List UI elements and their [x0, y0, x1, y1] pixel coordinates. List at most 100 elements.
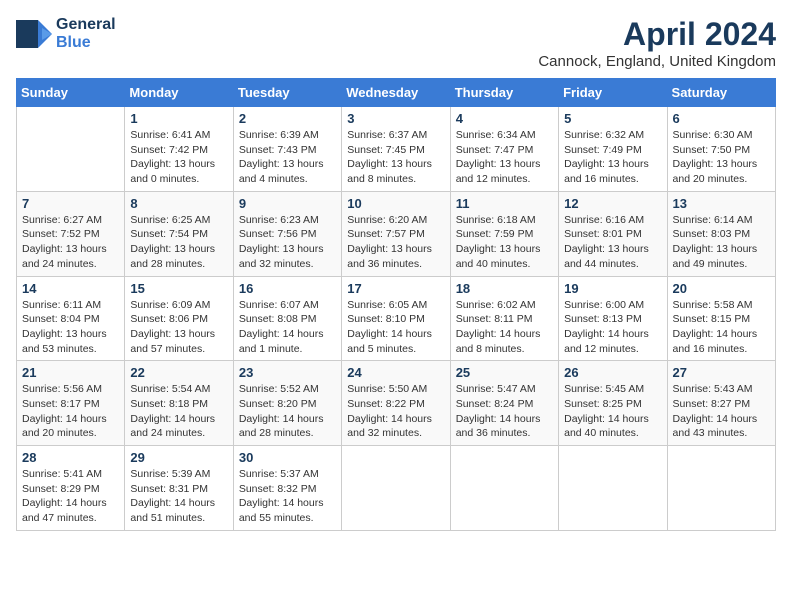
day-number: 3 — [347, 111, 444, 126]
calendar-cell: 7 Sunrise: 6:27 AM Sunset: 7:52 PM Dayli… — [17, 191, 125, 276]
calendar-cell: 24 Sunrise: 5:50 AM Sunset: 8:22 PM Dayl… — [342, 361, 450, 446]
calendar-table: SundayMondayTuesdayWednesdayThursdayFrid… — [16, 78, 776, 531]
calendar-week-1: 1 Sunrise: 6:41 AM Sunset: 7:42 PM Dayli… — [17, 107, 776, 192]
calendar-cell: 14 Sunrise: 6:11 AM Sunset: 8:04 PM Dayl… — [17, 276, 125, 361]
day-info: Sunrise: 6:09 AM Sunset: 8:06 PM Dayligh… — [130, 298, 227, 357]
calendar-cell: 21 Sunrise: 5:56 AM Sunset: 8:17 PM Dayl… — [17, 361, 125, 446]
day-number: 27 — [673, 365, 770, 380]
day-number: 5 — [564, 111, 661, 126]
header-saturday: Saturday — [667, 79, 775, 107]
calendar-cell — [559, 446, 667, 531]
day-info: Sunrise: 6:20 AM Sunset: 7:57 PM Dayligh… — [347, 213, 444, 272]
calendar-cell: 17 Sunrise: 6:05 AM Sunset: 8:10 PM Dayl… — [342, 276, 450, 361]
calendar-cell: 16 Sunrise: 6:07 AM Sunset: 8:08 PM Dayl… — [233, 276, 341, 361]
day-info: Sunrise: 6:11 AM Sunset: 8:04 PM Dayligh… — [22, 298, 119, 357]
day-info: Sunrise: 6:00 AM Sunset: 8:13 PM Dayligh… — [564, 298, 661, 357]
day-number: 29 — [130, 450, 227, 465]
day-number: 19 — [564, 281, 661, 296]
calendar-cell: 23 Sunrise: 5:52 AM Sunset: 8:20 PM Dayl… — [233, 361, 341, 446]
day-info: Sunrise: 5:39 AM Sunset: 8:31 PM Dayligh… — [130, 467, 227, 526]
day-info: Sunrise: 5:58 AM Sunset: 8:15 PM Dayligh… — [673, 298, 770, 357]
day-number: 7 — [22, 196, 119, 211]
day-number: 23 — [239, 365, 336, 380]
day-info: Sunrise: 6:30 AM Sunset: 7:50 PM Dayligh… — [673, 128, 770, 187]
calendar-cell: 11 Sunrise: 6:18 AM Sunset: 7:59 PM Dayl… — [450, 191, 558, 276]
day-info: Sunrise: 5:54 AM Sunset: 8:18 PM Dayligh… — [130, 382, 227, 441]
header-sunday: Sunday — [17, 79, 125, 107]
header-monday: Monday — [125, 79, 233, 107]
location: Cannock, England, United Kingdom — [538, 53, 776, 70]
day-info: Sunrise: 6:05 AM Sunset: 8:10 PM Dayligh… — [347, 298, 444, 357]
day-info: Sunrise: 6:23 AM Sunset: 7:56 PM Dayligh… — [239, 213, 336, 272]
day-number: 22 — [130, 365, 227, 380]
header-tuesday: Tuesday — [233, 79, 341, 107]
day-info: Sunrise: 5:37 AM Sunset: 8:32 PM Dayligh… — [239, 467, 336, 526]
calendar-cell: 25 Sunrise: 5:47 AM Sunset: 8:24 PM Dayl… — [450, 361, 558, 446]
day-number: 17 — [347, 281, 444, 296]
page-header: General Blue April 2024 Cannock, England… — [16, 16, 776, 70]
calendar-week-2: 7 Sunrise: 6:27 AM Sunset: 7:52 PM Dayli… — [17, 191, 776, 276]
day-number: 13 — [673, 196, 770, 211]
calendar-cell: 12 Sunrise: 6:16 AM Sunset: 8:01 PM Dayl… — [559, 191, 667, 276]
day-number: 14 — [22, 281, 119, 296]
day-info: Sunrise: 6:34 AM Sunset: 7:47 PM Dayligh… — [456, 128, 553, 187]
calendar-cell — [17, 107, 125, 192]
day-info: Sunrise: 6:32 AM Sunset: 7:49 PM Dayligh… — [564, 128, 661, 187]
day-number: 10 — [347, 196, 444, 211]
calendar-cell: 26 Sunrise: 5:45 AM Sunset: 8:25 PM Dayl… — [559, 361, 667, 446]
day-number: 30 — [239, 450, 336, 465]
calendar-cell — [450, 446, 558, 531]
day-number: 6 — [673, 111, 770, 126]
calendar-cell: 28 Sunrise: 5:41 AM Sunset: 8:29 PM Dayl… — [17, 446, 125, 531]
day-info: Sunrise: 6:37 AM Sunset: 7:45 PM Dayligh… — [347, 128, 444, 187]
calendar-cell: 20 Sunrise: 5:58 AM Sunset: 8:15 PM Dayl… — [667, 276, 775, 361]
day-info: Sunrise: 5:45 AM Sunset: 8:25 PM Dayligh… — [564, 382, 661, 441]
day-info: Sunrise: 6:41 AM Sunset: 7:42 PM Dayligh… — [130, 128, 227, 187]
calendar-week-4: 21 Sunrise: 5:56 AM Sunset: 8:17 PM Dayl… — [17, 361, 776, 446]
day-info: Sunrise: 5:56 AM Sunset: 8:17 PM Dayligh… — [22, 382, 119, 441]
header-friday: Friday — [559, 79, 667, 107]
header-wednesday: Wednesday — [342, 79, 450, 107]
month-title: April 2024 — [538, 16, 776, 53]
day-number: 18 — [456, 281, 553, 296]
calendar-cell: 29 Sunrise: 5:39 AM Sunset: 8:31 PM Dayl… — [125, 446, 233, 531]
day-number: 1 — [130, 111, 227, 126]
calendar-cell: 1 Sunrise: 6:41 AM Sunset: 7:42 PM Dayli… — [125, 107, 233, 192]
day-number: 25 — [456, 365, 553, 380]
logo-line2: Blue — [56, 34, 116, 52]
day-number: 4 — [456, 111, 553, 126]
day-info: Sunrise: 6:39 AM Sunset: 7:43 PM Dayligh… — [239, 128, 336, 187]
day-info: Sunrise: 6:16 AM Sunset: 8:01 PM Dayligh… — [564, 213, 661, 272]
day-info: Sunrise: 5:47 AM Sunset: 8:24 PM Dayligh… — [456, 382, 553, 441]
day-info: Sunrise: 6:27 AM Sunset: 7:52 PM Dayligh… — [22, 213, 119, 272]
calendar-week-5: 28 Sunrise: 5:41 AM Sunset: 8:29 PM Dayl… — [17, 446, 776, 531]
calendar-cell — [342, 446, 450, 531]
calendar-cell: 2 Sunrise: 6:39 AM Sunset: 7:43 PM Dayli… — [233, 107, 341, 192]
calendar-cell: 6 Sunrise: 6:30 AM Sunset: 7:50 PM Dayli… — [667, 107, 775, 192]
calendar-cell: 18 Sunrise: 6:02 AM Sunset: 8:11 PM Dayl… — [450, 276, 558, 361]
day-number: 15 — [130, 281, 227, 296]
calendar-cell: 10 Sunrise: 6:20 AM Sunset: 7:57 PM Dayl… — [342, 191, 450, 276]
title-area: April 2024 Cannock, England, United King… — [538, 16, 776, 70]
day-info: Sunrise: 6:07 AM Sunset: 8:08 PM Dayligh… — [239, 298, 336, 357]
day-number: 20 — [673, 281, 770, 296]
day-number: 2 — [239, 111, 336, 126]
calendar-cell: 9 Sunrise: 6:23 AM Sunset: 7:56 PM Dayli… — [233, 191, 341, 276]
header-thursday: Thursday — [450, 79, 558, 107]
day-number: 9 — [239, 196, 336, 211]
calendar-cell: 4 Sunrise: 6:34 AM Sunset: 7:47 PM Dayli… — [450, 107, 558, 192]
day-info: Sunrise: 6:25 AM Sunset: 7:54 PM Dayligh… — [130, 213, 227, 272]
calendar-cell: 15 Sunrise: 6:09 AM Sunset: 8:06 PM Dayl… — [125, 276, 233, 361]
calendar-cell: 30 Sunrise: 5:37 AM Sunset: 8:32 PM Dayl… — [233, 446, 341, 531]
day-number: 16 — [239, 281, 336, 296]
day-number: 21 — [22, 365, 119, 380]
day-number: 24 — [347, 365, 444, 380]
calendar-cell: 13 Sunrise: 6:14 AM Sunset: 8:03 PM Dayl… — [667, 191, 775, 276]
day-info: Sunrise: 5:52 AM Sunset: 8:20 PM Dayligh… — [239, 382, 336, 441]
day-info: Sunrise: 5:43 AM Sunset: 8:27 PM Dayligh… — [673, 382, 770, 441]
calendar-cell: 27 Sunrise: 5:43 AM Sunset: 8:27 PM Dayl… — [667, 361, 775, 446]
day-info: Sunrise: 5:50 AM Sunset: 8:22 PM Dayligh… — [347, 382, 444, 441]
day-info: Sunrise: 6:02 AM Sunset: 8:11 PM Dayligh… — [456, 298, 553, 357]
logo-line1: General — [56, 16, 116, 34]
calendar-cell: 22 Sunrise: 5:54 AM Sunset: 8:18 PM Dayl… — [125, 361, 233, 446]
